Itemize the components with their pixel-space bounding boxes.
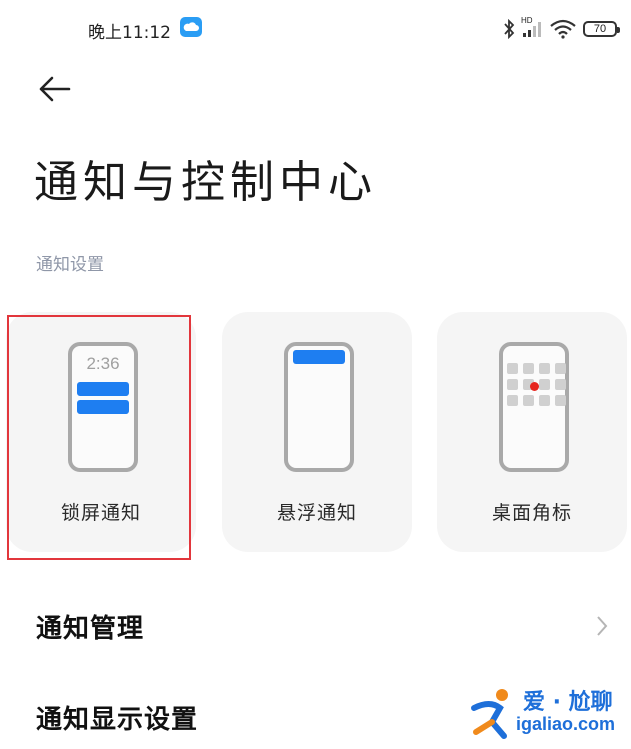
watermark-line2: igaliao.com — [516, 714, 616, 734]
phone-preview-icon: 2:36 — [68, 342, 138, 472]
status-icons: HD 70 — [503, 14, 620, 44]
watermark-logo: 爱 · 尬聊 igaliao.com — [466, 684, 631, 746]
floating-notification-card[interactable]: 悬浮通知 — [222, 312, 412, 552]
section-label: 通知设置 — [36, 255, 104, 275]
runner-logo-icon — [471, 689, 508, 739]
signal-icon — [523, 22, 541, 37]
back-button[interactable] — [36, 74, 76, 110]
notification-bar-icon — [77, 400, 129, 414]
notification-management-row[interactable]: 通知管理 — [0, 596, 631, 656]
card-label: 悬浮通知 — [276, 502, 357, 524]
phone-preview-icon — [284, 342, 354, 472]
app-badge-card[interactable]: 桌面角标 — [437, 312, 627, 552]
card-label: 锁屏通知 — [60, 502, 141, 524]
battery-level: 70 — [593, 23, 607, 35]
row-title: 通知管理 — [36, 614, 145, 644]
bluetooth-icon — [504, 19, 515, 39]
badge-dot-icon — [530, 382, 539, 391]
phone-preview-icon — [499, 342, 569, 472]
arrow-left-icon — [39, 76, 71, 102]
notification-bar-icon — [293, 350, 345, 364]
watermark-line1: 爱 · 尬聊 — [523, 690, 613, 715]
wifi-icon — [550, 19, 576, 39]
chevron-right-icon — [597, 616, 608, 636]
status-time: 晚上11:12 — [88, 23, 171, 43]
row-title: 通知显示设置 — [36, 705, 199, 735]
preview-time: 2:36 — [86, 354, 120, 373]
cloud-icon — [180, 17, 202, 37]
notification-bar-icon — [77, 382, 129, 396]
lockscreen-notification-card[interactable]: 2:36 锁屏通知 — [6, 312, 196, 552]
card-label: 桌面角标 — [491, 502, 572, 524]
battery-indicator: 70 — [583, 21, 620, 37]
cellular-signal: HD — [521, 16, 543, 39]
page-title: 通知与控制中心 — [34, 157, 377, 208]
